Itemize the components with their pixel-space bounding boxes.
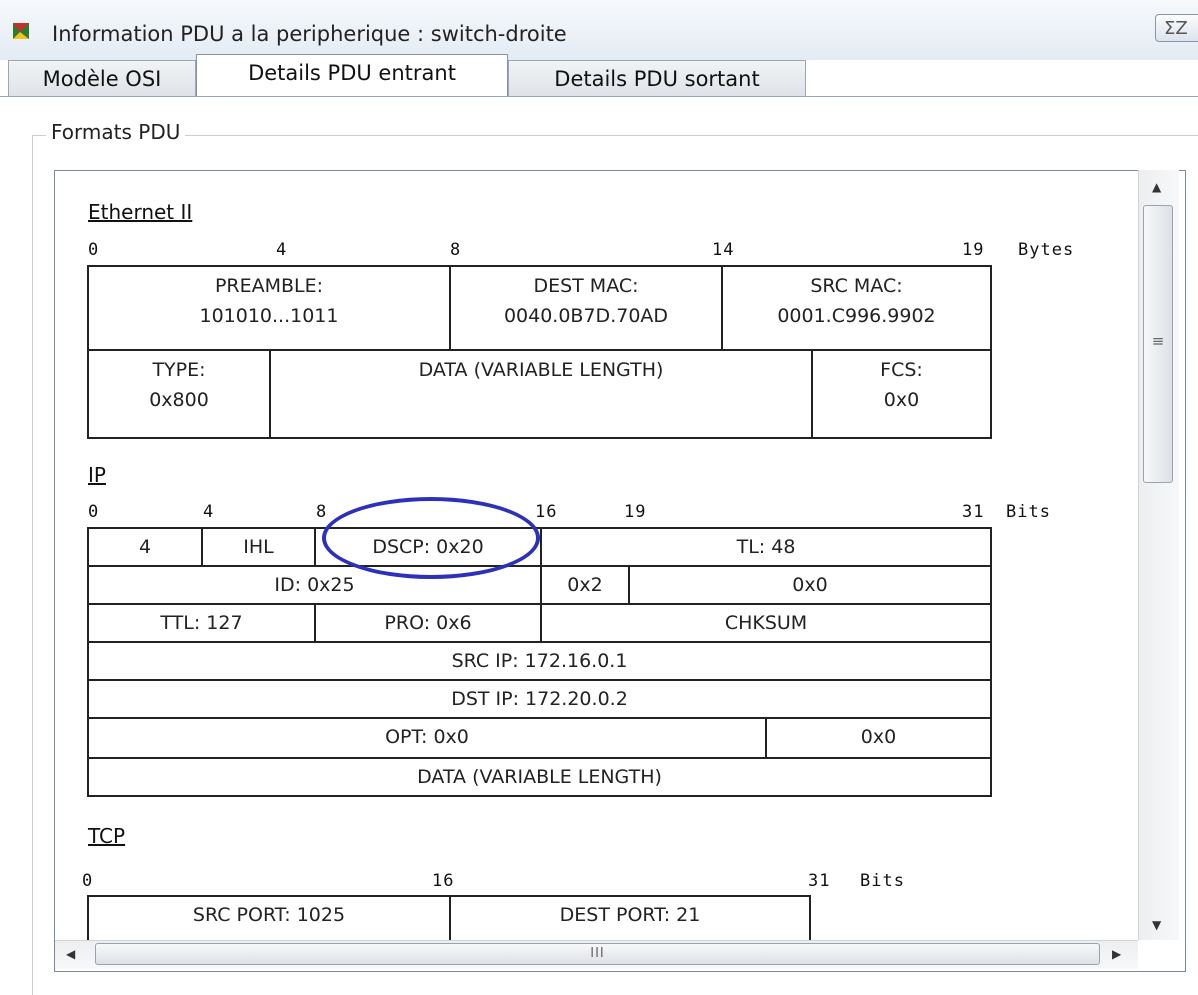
scroll-right-icon[interactable]: ▶ [1112,947,1121,961]
ethernet-scale-mark: 19 [962,240,985,260]
ip-scale-mark: 16 [535,502,558,522]
protocol-field: PRO: 0x6 [314,605,540,641]
tab-osi-model[interactable]: Modèle OSI [8,60,196,96]
type-field: TYPE: 0x800 [149,359,209,411]
ip-scale-unit: Bits [1006,502,1051,522]
tab-outbound-pdu-details[interactable]: Details PDU sortant [508,60,806,96]
ethernet-scale-mark: 4 [276,240,288,260]
ip-row-7: DATA (VARIABLE LENGTH) [87,757,992,797]
ip-scale-mark: 4 [203,502,215,522]
tcp-scale-unit: Bits [860,871,905,891]
ip-scale-mark: 19 [624,502,647,522]
dst-ip-field: DST IP: 172.20.0.2 [451,688,628,710]
grip-icon: ≡ [1151,332,1165,350]
scroll-left-icon[interactable]: ◀ [66,947,75,961]
window-title: Information PDU a la peripherique : swit… [52,22,567,46]
fcs-field: FCS: 0x0 [811,351,990,437]
fragment-offset-field: 0x0 [628,567,990,603]
ethernet-row-1: PREAMBLE: 101010...1011 DEST MAC: 0040.0B7… [87,265,992,351]
group-legend: Formats PDU [46,120,186,144]
flags-field: 0x2 [540,567,628,603]
close-button[interactable]: ΣΖ [1155,14,1198,42]
horizontal-scroll-thumb[interactable]: III [95,943,1100,965]
src-ip-field: SRC IP: 172.16.0.1 [451,650,628,672]
ip-version-field: 4 [138,536,152,558]
ethernet-byte-scale: 0 [88,240,100,260]
ip-scale-mark: 31 [962,502,985,522]
vertical-scroll-thumb[interactable]: ≡ [1143,205,1173,483]
ethernet-scale-mark: 14 [712,240,735,260]
checksum-field: CHKSUM [540,605,990,641]
dscp-highlight-ellipse [322,497,540,579]
ethernet-data-field: DATA (VARIABLE LENGTH) [269,351,811,437]
ip-row-1: 4 IHL DSCP: 0x20 TL: 48 [87,527,992,567]
app-icon [13,23,29,39]
section-title-ethernet: Ethernet II [88,200,193,224]
section-title-ip: IP [88,463,106,487]
tcp-scale-mark: 16 [432,871,455,891]
ip-data-field: DATA (VARIABLE LENGTH) [417,766,662,788]
tcp-scale-mark: 31 [808,871,831,891]
ip-row-4: SRC IP: 172.16.0.1 [87,641,992,681]
total-length-field: TL: 48 [540,529,990,565]
ethernet-scale-mark: 8 [450,240,462,260]
ethernet-scale-unit: Bytes [1018,240,1075,260]
scroll-up-icon[interactable]: ▲ [1152,180,1161,194]
title-bar: Information PDU a la peripherique : swit… [0,0,1198,60]
close-icon: ΣΖ [1164,18,1188,39]
dest-mac-field: DEST MAC: 0040.0B7D.70AD [449,267,721,349]
preamble-field: PREAMBLE: 101010...1011 [199,275,339,327]
ip-scale-mark: 8 [316,502,328,522]
src-mac-field: SRC MAC: 0001.C996.9902 [721,267,990,349]
options-field: OPT: 0x0 [385,726,469,748]
scroll-down-icon[interactable]: ▼ [1152,918,1161,932]
ip-row-2: ID: 0x25 0x2 0x0 [87,565,992,605]
ip-scale-mark: 0 [88,502,100,522]
tab-inbound-pdu-details[interactable]: Details PDU entrant [196,54,508,96]
ip-row-3: TTL: 127 PRO: 0x6 CHKSUM [87,603,992,643]
tab-divider [0,96,1198,97]
section-title-tcp: TCP [88,824,126,848]
padding-field: 0x0 [765,719,990,757]
grip-icon: III [590,946,605,961]
ip-row-6: OPT: 0x0 0x0 [87,717,992,759]
ethernet-row-2: TYPE: 0x800 DATA (VARIABLE LENGTH) FCS: 0x… [87,349,992,439]
tab-strip: Modèle OSI Details PDU entrant Details P… [0,54,1198,98]
ihl-field: IHL [201,529,314,565]
ip-row-5: DST IP: 172.20.0.2 [87,679,992,719]
ttl-field: TTL: 127 [160,612,243,634]
tcp-scale-mark: 0 [82,871,94,891]
